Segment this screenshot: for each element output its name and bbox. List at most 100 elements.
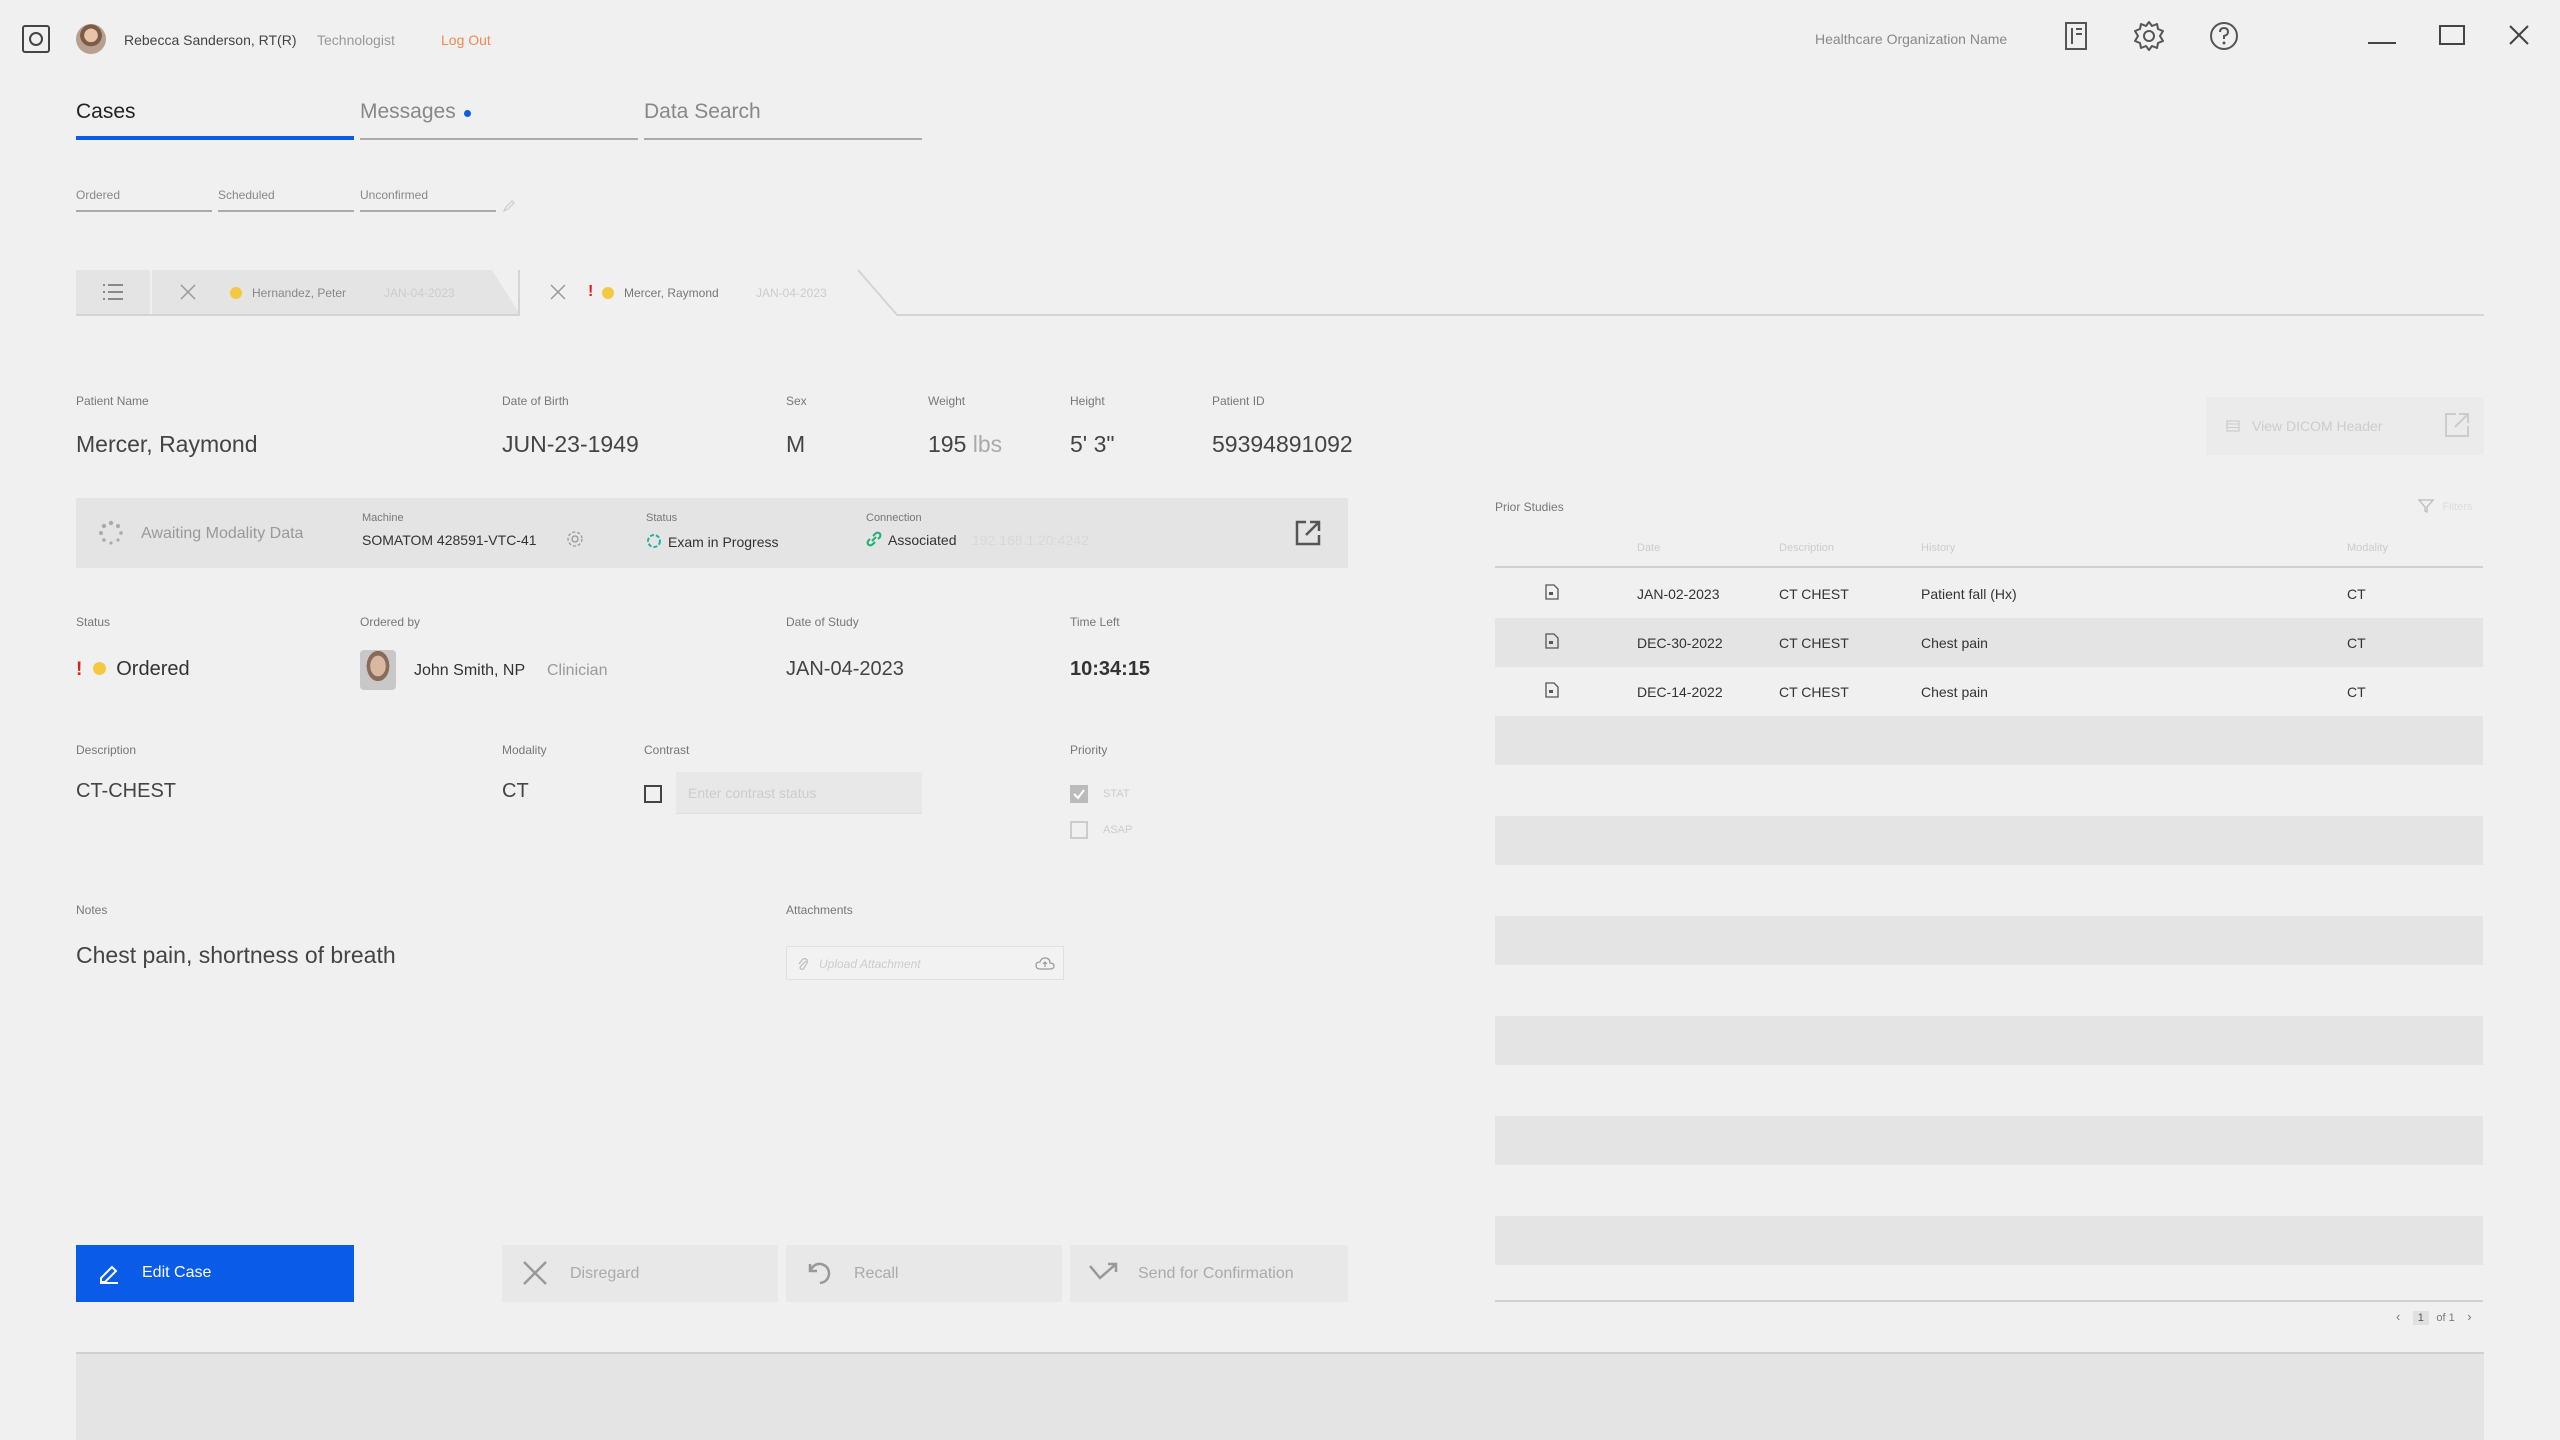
avatar[interactable] bbox=[76, 24, 106, 54]
status-dot bbox=[92, 662, 106, 675]
recall-button[interactable]: Recall bbox=[786, 1245, 1062, 1302]
cloud-upload-icon bbox=[1035, 957, 1055, 970]
modality-value: CT bbox=[502, 780, 529, 802]
contrast-checkbox[interactable] bbox=[644, 785, 662, 803]
column-header-history[interactable]: History bbox=[1921, 542, 1955, 554]
minimize-icon[interactable] bbox=[2368, 42, 2396, 44]
clinician-avatar[interactable] bbox=[360, 650, 396, 690]
tab-cases[interactable]: Cases bbox=[76, 100, 354, 140]
row-history: Patient fall (Hx) bbox=[1921, 586, 2017, 602]
send-arrow-icon bbox=[1089, 1262, 1118, 1280]
user-role: Technologist bbox=[317, 32, 395, 48]
dob-label: Date of Birth bbox=[502, 394, 569, 408]
upload-placeholder: Upload Attachment bbox=[819, 957, 921, 971]
edit-icon[interactable] bbox=[503, 200, 515, 212]
table-row[interactable]: DEC-14-2022 CT CHEST Chest pain CT bbox=[1495, 667, 2483, 716]
column-header-date[interactable]: Date bbox=[1637, 542, 1660, 554]
link-icon bbox=[866, 531, 882, 547]
sex-value: M bbox=[786, 431, 806, 457]
patient-name: Mercer, Raymond bbox=[76, 431, 258, 457]
weight-number: 195 bbox=[928, 431, 967, 457]
subtab-unconfirmed-label: Unconfirmed bbox=[360, 188, 429, 202]
case-list-button[interactable] bbox=[76, 270, 150, 314]
date-of-study-value: JAN-04-2023 bbox=[786, 658, 904, 680]
empty-table-row bbox=[1495, 1216, 2483, 1265]
ordered-by-role: Clinician bbox=[547, 662, 608, 679]
modality-label: Modality bbox=[502, 743, 547, 757]
empty-table-row bbox=[1495, 816, 2483, 865]
time-left-label: Time Left bbox=[1070, 615, 1120, 629]
tab-messages[interactable]: Messages bbox=[360, 100, 638, 140]
contrast-input[interactable]: Enter contrast status bbox=[676, 772, 922, 814]
sex-label: Sex bbox=[786, 394, 807, 408]
unread-dot bbox=[464, 110, 472, 118]
weight-value: 195 lbs bbox=[928, 431, 1002, 458]
row-description: CT CHEST bbox=[1779, 635, 1849, 651]
table-row[interactable]: DEC-30-2022 CT CHEST Chest pain CT bbox=[1495, 618, 2483, 667]
priority-stat-label: STAT bbox=[1103, 788, 1130, 800]
column-header-modality[interactable]: Modality bbox=[2347, 542, 2388, 554]
app-logo[interactable] bbox=[22, 25, 50, 53]
recall-label: Recall bbox=[854, 1265, 899, 1282]
status-label: Status bbox=[646, 512, 678, 524]
column-header-description[interactable]: Description bbox=[1779, 542, 1834, 554]
prev-page-icon[interactable]: ‹ bbox=[2396, 1309, 2400, 1324]
row-date: DEC-14-2022 bbox=[1637, 684, 1723, 700]
tab-data-search[interactable]: Data Search bbox=[644, 100, 922, 140]
subtab-scheduled[interactable]: Scheduled bbox=[218, 186, 354, 212]
maximize-icon[interactable] bbox=[2439, 25, 2465, 45]
x-icon bbox=[523, 1261, 547, 1285]
tab-data-search-label: Data Search bbox=[644, 100, 761, 123]
view-dicom-header-button[interactable]: View DICOM Header bbox=[2206, 397, 2484, 455]
bottom-panel bbox=[76, 1352, 2484, 1440]
send-for-confirmation-button[interactable]: Send for Confirmation bbox=[1070, 1245, 1348, 1302]
date-of-study-label: Date of Study bbox=[786, 615, 859, 629]
weight-label: Weight bbox=[928, 394, 966, 408]
prior-studies-title: Prior Studies bbox=[1495, 500, 1564, 514]
help-icon[interactable] bbox=[2209, 21, 2239, 51]
gear-icon[interactable] bbox=[2133, 20, 2165, 52]
time-left-value: 10:34:15 bbox=[1070, 658, 1151, 680]
progress-icon bbox=[647, 534, 661, 548]
priority-asap-checkbox[interactable] bbox=[1070, 821, 1088, 839]
description-value: CT-CHEST bbox=[76, 780, 176, 802]
row-history: Chest pain bbox=[1921, 684, 1988, 700]
upload-attachment-field[interactable]: Upload Attachment bbox=[786, 946, 1064, 980]
subtab-unconfirmed[interactable]: Unconfirmed bbox=[360, 186, 496, 212]
document-icon[interactable] bbox=[2064, 22, 2088, 50]
modality-bar: Awaiting Modality Data Machine SOMATOM 4… bbox=[76, 498, 1348, 568]
external-link-icon bbox=[2445, 413, 2469, 437]
page-number[interactable]: 1 bbox=[2412, 1311, 2429, 1325]
table-bottom-border bbox=[1495, 1300, 2483, 1302]
height-label: Height bbox=[1070, 394, 1105, 408]
order-status-value: Ordered bbox=[116, 658, 190, 680]
attachments-label: Attachments bbox=[786, 903, 853, 917]
empty-table-row bbox=[1495, 1016, 2483, 1065]
status-value: Exam in Progress bbox=[668, 534, 779, 550]
connection-label: Connection bbox=[866, 512, 922, 524]
list-icon bbox=[103, 284, 123, 300]
edit-case-button[interactable]: Edit Case bbox=[76, 1245, 354, 1302]
next-page-icon[interactable]: › bbox=[2467, 1309, 2471, 1324]
subtab-ordered[interactable]: Ordered bbox=[76, 186, 212, 212]
close-icon[interactable] bbox=[2508, 24, 2530, 46]
disregard-button[interactable]: Disregard bbox=[502, 1245, 778, 1302]
row-modality: CT bbox=[2347, 684, 2366, 700]
case-tab-hernandez[interactable]: Hernandez, Peter JAN-04-2023 bbox=[152, 270, 520, 314]
dob-value: JUN-23-1949 bbox=[502, 431, 639, 457]
row-description: CT CHEST bbox=[1779, 684, 1849, 700]
connection-ip: 192.168.1.20:4242 bbox=[972, 532, 1089, 548]
external-link-icon bbox=[1295, 520, 1321, 546]
machine-label: Machine bbox=[362, 512, 404, 524]
description-label: Description bbox=[76, 743, 137, 757]
table-row[interactable]: JAN-02-2023 CT CHEST Patient fall (Hx) C… bbox=[1495, 569, 2483, 618]
view-dicom-header-label: View DICOM Header bbox=[2252, 418, 2383, 434]
filters-button[interactable]: Filters bbox=[2417, 497, 2472, 515]
priority-stat-checkbox[interactable] bbox=[1070, 785, 1088, 803]
notes-value: Chest pain, shortness of breath bbox=[76, 942, 396, 968]
row-description: CT CHEST bbox=[1779, 586, 1849, 602]
row-date: DEC-30-2022 bbox=[1637, 635, 1723, 651]
logout-link[interactable]: Log Out bbox=[441, 32, 491, 48]
awaiting-modality-text: Awaiting Modality Data bbox=[141, 525, 304, 542]
ordered-by-name: John Smith, NP bbox=[414, 662, 526, 679]
